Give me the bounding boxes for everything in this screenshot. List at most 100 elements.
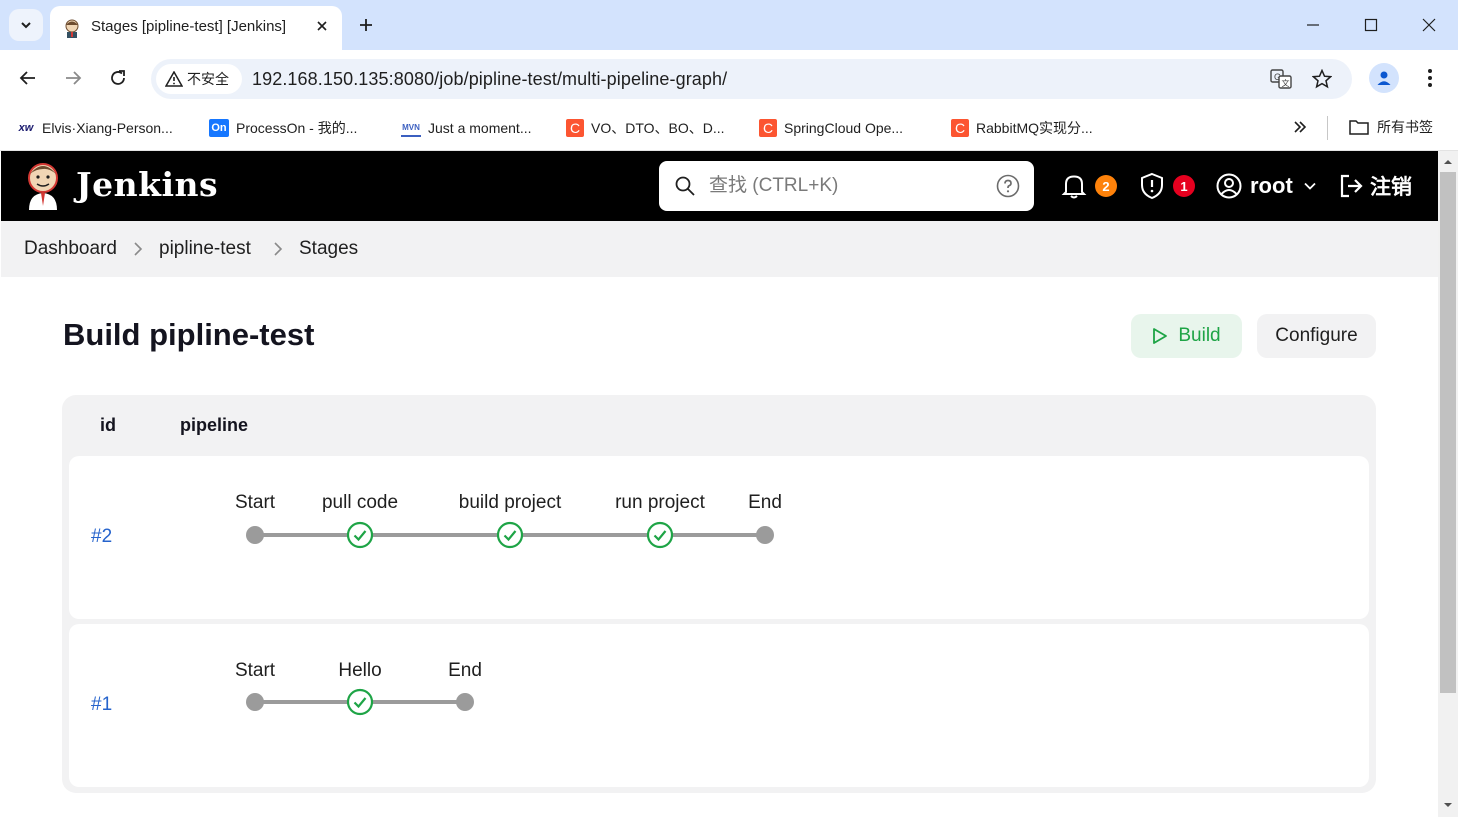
configure-button-label: Configure [1275, 325, 1358, 346]
browser-tab-strip: Stages [pipline-test] [Jenkins] [0, 0, 1458, 50]
close-icon [1422, 18, 1436, 32]
success-check-icon[interactable] [346, 521, 374, 549]
breadcrumb-job[interactable]: pipline-test [159, 238, 251, 260]
bookmark-item[interactable]: MVN Just a moment... [401, 117, 531, 139]
search-input[interactable] [709, 171, 979, 201]
help-icon[interactable] [996, 174, 1020, 198]
all-bookmarks-folder[interactable]: 所有书签 [1349, 117, 1433, 137]
csdn-favicon-icon: C [951, 119, 969, 137]
tab-search-button[interactable] [9, 9, 43, 41]
tab-close-icon[interactable] [312, 16, 332, 36]
configure-button[interactable]: Configure [1257, 314, 1376, 358]
csdn-favicon-icon: C [566, 119, 584, 137]
build-button[interactable]: Build [1131, 314, 1242, 358]
logout-button[interactable]: 注销 [1338, 171, 1412, 201]
minimize-button[interactable] [1284, 0, 1342, 50]
new-tab-button[interactable] [352, 11, 380, 39]
person-icon [1377, 71, 1391, 85]
run-link[interactable]: #2 [91, 526, 112, 548]
stage-start-node [246, 526, 264, 544]
stage-end-node [456, 693, 474, 711]
notifications-button[interactable]: 2 [1061, 171, 1121, 201]
bookmark-label: Just a moment... [428, 120, 532, 136]
bookmark-label: RabbitMQ实现分... [976, 120, 1093, 136]
bookmark-label: Elvis·Xiang-Person... [42, 120, 173, 136]
stage-label: End [448, 660, 482, 681]
table-row: #2 Start pull code build project run pro… [69, 456, 1369, 619]
all-bookmarks-label: 所有书签 [1377, 119, 1433, 135]
bookmarks-separator [1327, 116, 1328, 140]
scrollbar-thumb[interactable] [1440, 172, 1456, 693]
folder-icon [1349, 120, 1369, 135]
mvn-favicon-icon: MVN [401, 119, 421, 137]
bookmark-label: ProcessOn - 我的... [236, 120, 358, 136]
stage-label: Start [234, 492, 276, 513]
jenkins-search-box[interactable] [659, 161, 1034, 211]
translate-icon[interactable]: G文 [1269, 67, 1293, 91]
stage-label: build project [458, 492, 562, 513]
profile-button[interactable] [1369, 63, 1399, 93]
stage-label: run project [615, 492, 705, 513]
bookmarks-overflow-button[interactable] [1288, 115, 1312, 139]
page-title: Build pipline-test [63, 317, 315, 352]
processon-favicon-icon: On [209, 119, 229, 137]
logout-label: 注销 [1370, 176, 1412, 199]
user-name: root [1250, 173, 1293, 198]
close-window-button[interactable] [1400, 0, 1458, 50]
bookmark-item[interactable]: C VO、DTO、BO、D... [566, 117, 725, 139]
kebab-menu-icon [1428, 69, 1432, 87]
chevron-down-icon [1304, 182, 1316, 190]
bookmark-item[interactable]: C SpringCloud Ope... [759, 117, 903, 139]
forward-button[interactable] [57, 62, 89, 94]
build-button-label: Build [1178, 325, 1221, 346]
shield-icon [1141, 172, 1163, 200]
play-icon [1153, 328, 1168, 344]
bookmark-item[interactable]: xw Elvis·Xiang-Person... [17, 117, 173, 139]
breadcrumb-stages[interactable]: Stages [299, 238, 358, 260]
browser-tab-active[interactable]: Stages [pipline-test] [Jenkins] [50, 6, 342, 50]
bookmark-star-icon[interactable] [1310, 67, 1334, 91]
success-check-icon[interactable] [496, 521, 524, 549]
scroll-down-arrow-icon[interactable] [1442, 799, 1454, 811]
notifications-badge: 2 [1095, 175, 1117, 197]
bookmarks-bar: xw Elvis·Xiang-Person... On ProcessOn - … [0, 107, 1458, 151]
url-text[interactable]: 192.168.150.135:8080/job/pipline-test/mu… [252, 69, 727, 90]
bookmark-label: SpringCloud Ope... [784, 120, 904, 136]
maximize-icon [1364, 18, 1378, 32]
security-chip[interactable]: 不安全 [156, 64, 242, 94]
success-check-icon[interactable] [646, 521, 674, 549]
jenkins-favicon-icon [65, 19, 79, 38]
jenkins-logo-icon[interactable] [23, 160, 63, 212]
back-button[interactable] [12, 62, 44, 94]
scroll-up-arrow-icon[interactable] [1442, 156, 1454, 168]
minimize-icon [1307, 24, 1319, 26]
page-scrollbar[interactable] [1438, 151, 1458, 817]
warning-triangle-icon [165, 71, 183, 87]
security-alerts-button[interactable]: 1 [1139, 171, 1199, 201]
success-check-icon[interactable] [346, 688, 374, 716]
reload-icon [111, 70, 125, 85]
security-badge: 1 [1173, 175, 1195, 197]
bookmark-item[interactable]: On ProcessOn - 我的... [209, 117, 357, 139]
stage-end-node [756, 526, 774, 544]
reload-button[interactable] [102, 62, 134, 94]
stage-label: pull code [321, 492, 399, 513]
stage-label: End [748, 492, 782, 513]
search-icon [675, 176, 695, 196]
breadcrumb: Dashboard pipline-test Stages [1, 221, 1438, 277]
jenkins-brand-title[interactable]: Jenkins [76, 165, 218, 204]
logout-icon [1340, 174, 1363, 198]
run-link[interactable]: #1 [91, 694, 112, 716]
user-menu[interactable]: root [1216, 171, 1317, 201]
jenkins-header: Jenkins 2 1 root 注销 [1, 151, 1438, 221]
breadcrumb-dashboard[interactable]: Dashboard [24, 238, 117, 260]
chevron-right-icon [134, 242, 143, 256]
bookmark-item[interactable]: C RabbitMQ实现分... [951, 117, 1093, 139]
chevron-down-icon [21, 22, 31, 29]
stage-label: Hello [338, 660, 382, 681]
main-content: Build pipline-test Build Configure id pi… [1, 277, 1438, 817]
maximize-button[interactable] [1342, 0, 1400, 50]
pipeline-runs-table: id pipeline #2 Start pull code build pro… [62, 395, 1376, 793]
address-bar[interactable]: 不安全 192.168.150.135:8080/job/pipline-tes… [151, 59, 1352, 99]
browser-menu-button[interactable] [1416, 63, 1444, 93]
